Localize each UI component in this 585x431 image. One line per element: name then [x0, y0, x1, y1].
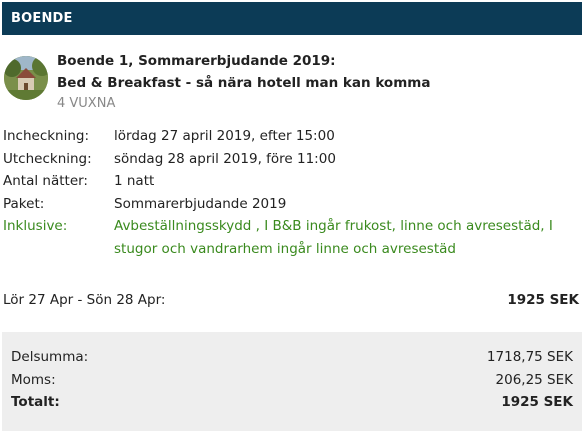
- detail-row-nights: Antal nätter: 1 natt: [3, 170, 578, 193]
- date-price: 1925 SEK: [507, 292, 579, 308]
- vat-value: 206,25 SEK: [495, 371, 573, 388]
- subtotal-label: Delsumma:: [11, 349, 89, 365]
- total-label: Totalt:: [11, 394, 60, 410]
- price-summary: Delsumma: 1718,75 SEK Moms: 206,25 SEK T…: [2, 332, 582, 431]
- detail-value: Sommarerbjudande 2019: [114, 195, 287, 212]
- subtotal-row: Delsumma: 1718,75 SEK: [11, 346, 573, 369]
- accommodation-title-line1: Boende 1, Sommarerbjudande 2019:: [57, 53, 336, 69]
- section-header: BOENDE: [2, 2, 582, 35]
- detail-label: Antal nätter:: [3, 173, 88, 189]
- detail-label: Utcheckning:: [3, 150, 92, 167]
- detail-value: söndag 28 april 2019, före 11:00: [114, 150, 336, 167]
- detail-value: Avbeställningsskydd , I B&B ingår frukos…: [114, 218, 553, 257]
- booking-details: Incheckning: lördag 27 april 2019, efter…: [3, 125, 578, 260]
- accommodation-title-line2: Bed & Breakfast - så nära hotell man kan…: [57, 75, 431, 91]
- detail-label: Paket:: [3, 195, 45, 212]
- guest-count: 4 VUXNA: [57, 96, 116, 111]
- accommodation-thumbnail: [4, 56, 48, 100]
- subtotal-value: 1718,75 SEK: [486, 349, 573, 365]
- detail-value: lördag 27 april 2019, efter 15:00: [114, 128, 335, 144]
- detail-label: Incheckning:: [3, 128, 90, 144]
- detail-label: Inklusive:: [3, 218, 68, 234]
- total-value: 1925 SEK: [501, 394, 573, 410]
- date-price-row: Lör 27 Apr - Sön 28 Apr: 1925 SEK: [3, 289, 579, 311]
- detail-row-inclusive: Inklusive: Avbeställningsskydd , I B&B i…: [3, 215, 578, 260]
- total-row: Totalt: 1925 SEK: [11, 391, 573, 414]
- date-range: Lör 27 Apr - Sön 28 Apr:: [3, 292, 166, 308]
- vat-row: Moms: 206,25 SEK: [11, 369, 573, 392]
- detail-row-checkout: Utcheckning: söndag 28 april 2019, före …: [3, 148, 578, 171]
- accommodation-item: Boende 1, Sommarerbjudande 2019: Bed & B…: [2, 50, 582, 116]
- detail-row-checkin: Incheckning: lördag 27 april 2019, efter…: [3, 125, 578, 148]
- detail-row-package: Paket: Sommarerbjudande 2019: [3, 193, 578, 216]
- detail-value: 1 natt: [114, 173, 155, 189]
- vat-label: Moms:: [11, 371, 56, 388]
